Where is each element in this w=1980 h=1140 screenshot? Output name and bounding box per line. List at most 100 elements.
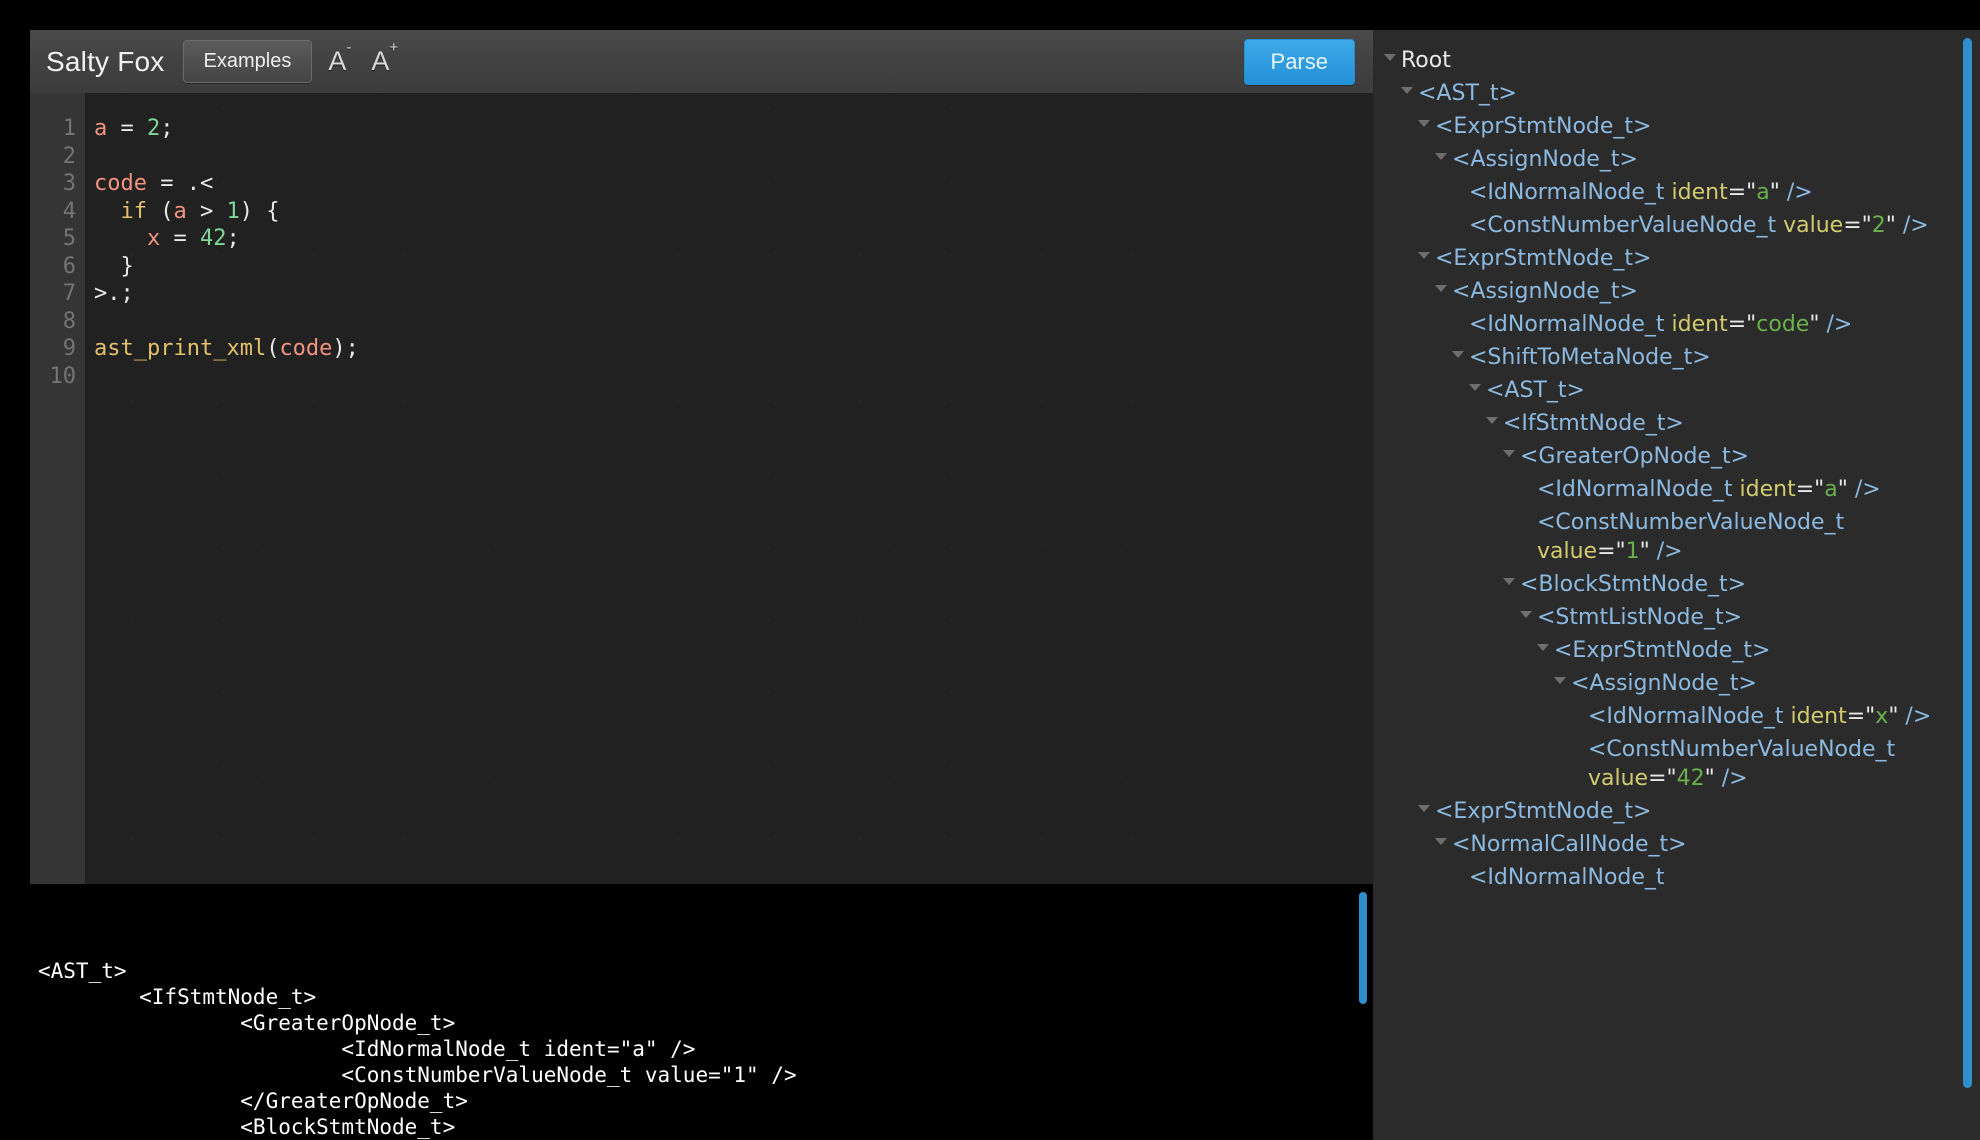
editor-code-line: x = 42; — [94, 225, 1373, 253]
ast-node-token: <AssignNode_t> — [1571, 671, 1757, 696]
ast-tree-node[interactable]: <ExprStmtNode_t> — [1537, 634, 1954, 667]
ast-node-token: value — [1537, 539, 1598, 564]
code-token: = — [146, 171, 187, 196]
code-token: 1 — [226, 198, 240, 224]
examples-button[interactable]: Examples — [182, 40, 313, 83]
ast-tree-node[interactable]: <AssignNode_t> — [1435, 143, 1954, 176]
ast-tree-node[interactable]: <GreaterOpNode_t> — [1503, 440, 1954, 473]
ast-tree-node[interactable]: <AssignNode_t> — [1554, 667, 1954, 700]
ast-tree-node[interactable]: <StmtListNode_t> — [1520, 601, 1954, 634]
chevron-down-icon[interactable] — [1520, 611, 1532, 618]
chevron-down-icon[interactable] — [1435, 838, 1447, 845]
ast-node-token: <ConstNumberValueNode_t — [1469, 213, 1784, 238]
ast-node-token: <ConstNumberValueNode_t — [1588, 737, 1896, 762]
ast-node-token: /> — [1819, 312, 1853, 337]
ast-node-token: " — [1888, 704, 1899, 729]
chevron-down-icon[interactable] — [1384, 54, 1396, 61]
left-column: Salty Fox Examples A- A+ Parse 123456789… — [30, 30, 1373, 1140]
chevron-down-icon[interactable] — [1537, 644, 1549, 651]
ast-node-token: <ExprStmtNode_t> — [1435, 114, 1652, 139]
ast-node-token: " — [1639, 539, 1650, 564]
ast-tree-node[interactable]: <IdNormalNode_t ident="a" /> — [1537, 473, 1954, 506]
chevron-down-icon[interactable] — [1452, 351, 1464, 358]
ast-tree-scrollbar-thumb[interactable] — [1963, 38, 1972, 1088]
code-token: ; — [160, 116, 174, 141]
ast-tree-node[interactable]: <ConstNumberValueNode_t value="42" /> — [1588, 733, 1954, 795]
code-token: > — [186, 198, 227, 224]
ast-tree-node[interactable]: <ShiftToMetaNode_t> — [1452, 341, 1954, 374]
ast-tree-node[interactable]: <ExprStmtNode_t> — [1418, 110, 1954, 143]
ast-node-token: <IfStmtNode_t> — [1503, 411, 1684, 436]
ast-node-token: = — [1727, 312, 1747, 337]
editor-line-number: 4 — [62, 198, 76, 224]
ast-tree-node[interactable]: <IdNormalNode_t — [1469, 861, 1954, 894]
app-window: Salty Fox Examples A- A+ Parse 123456789… — [30, 30, 1980, 1140]
editor-line-number: 6 — [62, 253, 76, 279]
parse-button[interactable]: Parse — [1243, 38, 1355, 85]
font-decrease-letter: A — [328, 46, 347, 76]
tree-bottom-edge — [1373, 1136, 1980, 1140]
chevron-down-icon[interactable] — [1435, 153, 1447, 160]
ast-node-token: " — [1746, 180, 1757, 205]
ast-node-token: <ConstNumberValueNode_t — [1537, 510, 1845, 535]
console-output-panel[interactable]: <AST_t> <IfStmtNode_t> <GreaterOpNode_t>… — [30, 884, 1373, 1140]
chevron-down-icon[interactable] — [1435, 285, 1447, 292]
ast-tree-node[interactable]: <ConstNumberValueNode_t value="2" /> — [1469, 209, 1954, 242]
chevron-down-icon[interactable] — [1554, 677, 1566, 684]
ast-node-token: " — [1704, 766, 1715, 791]
ast-node-token: " — [1615, 539, 1626, 564]
ast-tree-panel[interactable]: Root <AST_t> <ExprStmtNode_t> <AssignNode_t… — [1373, 30, 1980, 1140]
ast-tree-node[interactable]: <ConstNumberValueNode_t value="1" /> — [1537, 506, 1954, 568]
ast-tree-node[interactable]: <IdNormalNode_t ident="a" /> — [1469, 176, 1954, 209]
chevron-down-icon[interactable] — [1418, 805, 1430, 812]
editor-code-area[interactable]: a = 2; code = .< if (a > 1) { x = 42; } >… — [85, 93, 1373, 884]
code-token: ast_print_xml — [94, 336, 267, 361]
editor-line-number: 1 — [62, 116, 76, 141]
ast-tree-node[interactable]: <IdNormalNode_t ident="x" /> — [1588, 700, 1954, 733]
ast-node-token: <GreaterOpNode_t> — [1520, 444, 1750, 469]
ast-node-token: = — [1843, 213, 1862, 238]
chevron-down-icon[interactable] — [1418, 252, 1430, 259]
ast-node-token: " — [1666, 766, 1677, 791]
console-scrollbar-thumb[interactable] — [1359, 892, 1367, 1004]
ast-node-token: <ExprStmtNode_t> — [1435, 799, 1652, 824]
ast-node-token: " — [1865, 704, 1876, 729]
font-increase-sup: + — [389, 39, 399, 56]
ast-tree-node[interactable]: <IdNormalNode_t ident="code" /> — [1469, 308, 1954, 341]
ast-tree-node[interactable]: <AssignNode_t> — [1435, 275, 1954, 308]
chevron-down-icon[interactable] — [1486, 417, 1498, 424]
ast-tree-node[interactable]: <AST_t> — [1469, 374, 1954, 407]
ast-node-token: code — [1756, 312, 1810, 337]
ast-node-token: Root — [1401, 48, 1451, 73]
ast-node-token: ident — [1790, 704, 1847, 729]
console-output-text: <AST_t> <IfStmtNode_t> <GreaterOpNode_t>… — [38, 959, 797, 1139]
ast-tree-node[interactable]: <IfStmtNode_t> — [1486, 407, 1954, 440]
font-decrease-icon[interactable]: A- — [326, 40, 355, 77]
code-token: .< — [186, 171, 214, 196]
chevron-down-icon[interactable] — [1469, 384, 1481, 391]
chevron-down-icon[interactable] — [1401, 87, 1413, 94]
ast-node-token: ident — [1671, 180, 1728, 205]
ast-node-token: <AST_t> — [1418, 81, 1517, 106]
editor-code-line — [94, 363, 1373, 391]
chevron-down-icon[interactable] — [1503, 578, 1515, 585]
font-increase-icon[interactable]: A+ — [369, 40, 402, 77]
editor-line-number: 2 — [62, 143, 76, 169]
ast-node-token: " — [1746, 312, 1757, 337]
ast-tree-node[interactable]: <AST_t> — [1401, 77, 1954, 110]
ast-node-token: <AST_t> — [1486, 378, 1585, 403]
editor-code-line: } — [94, 253, 1373, 281]
ast-node-token: <IdNormalNode_t — [1537, 477, 1740, 502]
chevron-down-icon[interactable] — [1418, 120, 1430, 127]
ast-tree-node[interactable]: Root — [1384, 44, 1954, 77]
ast-tree-node[interactable]: <ExprStmtNode_t> — [1418, 795, 1954, 828]
ast-tree-node[interactable]: <BlockStmtNode_t> — [1503, 568, 1954, 601]
chevron-down-icon[interactable] — [1503, 450, 1515, 457]
ast-tree-node[interactable]: <NormalCallNode_t> — [1435, 828, 1954, 861]
code-editor[interactable]: 1 2 3 4 5 6 7 8 9 10 a = 2; code = .< if (a > 1) … — [30, 93, 1373, 884]
ast-node-token: /> — [1649, 539, 1683, 564]
ast-tree-node[interactable]: <ExprStmtNode_t> — [1418, 242, 1954, 275]
ast-node-token: /> — [1779, 180, 1813, 205]
